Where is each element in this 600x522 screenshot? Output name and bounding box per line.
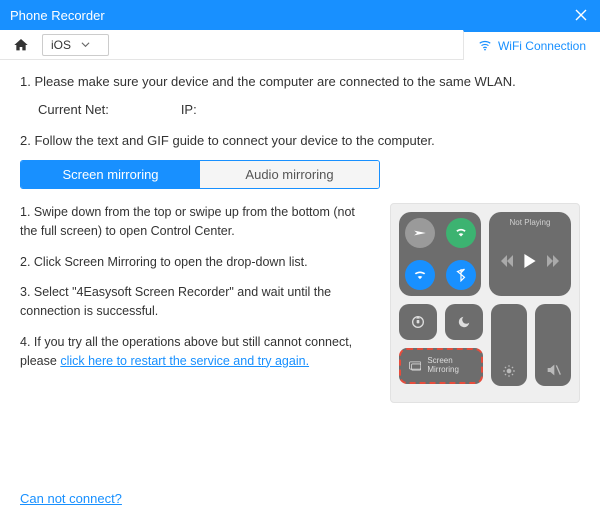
step-2: 2. Click Screen Mirroring to open the dr…	[20, 253, 372, 272]
restart-service-link[interactable]: click here to restart the service and tr…	[60, 354, 309, 368]
network-info: Current Net: IP:	[38, 102, 580, 117]
os-select-value: iOS	[51, 38, 71, 52]
tab-audio-mirroring[interactable]: Audio mirroring	[200, 161, 379, 188]
wifi-icon	[478, 38, 492, 55]
step-4: 4. If you try all the operations above b…	[20, 333, 372, 371]
chevron-down-icon	[81, 38, 90, 52]
not-playing-label: Not Playing	[489, 212, 571, 229]
ip-value	[205, 102, 265, 117]
current-net-label: Current Net:	[38, 102, 109, 117]
home-button[interactable]	[10, 34, 32, 56]
ip-label: IP:	[181, 102, 197, 117]
cellular-icon	[446, 218, 476, 248]
wifi-toggle-icon	[405, 260, 435, 290]
titlebar: Phone Recorder	[0, 0, 600, 30]
window-title: Phone Recorder	[10, 8, 105, 23]
os-select[interactable]: iOS	[42, 34, 109, 56]
wifi-connection-tab[interactable]: WiFi Connection	[463, 30, 600, 60]
brightness-slider	[491, 304, 527, 386]
instruction-1: 1. Please make sure your device and the …	[20, 72, 580, 92]
do-not-disturb-icon	[445, 304, 483, 340]
close-button[interactable]	[572, 6, 590, 24]
steps-list: 1. Swipe down from the top or swipe up f…	[20, 203, 372, 382]
wifi-tab-label: WiFi Connection	[498, 39, 586, 53]
step-1: 1. Swipe down from the top or swipe up f…	[20, 203, 372, 241]
control-center-preview: Not Playing Screen Mirr	[390, 203, 580, 403]
airplane-icon	[405, 218, 435, 248]
connectivity-tile	[399, 212, 481, 296]
play-icon	[523, 254, 537, 271]
content-area: 1. Please make sure your device and the …	[0, 60, 600, 522]
bluetooth-icon	[446, 260, 476, 290]
volume-slider	[535, 304, 571, 386]
current-net-value	[117, 102, 177, 117]
instruction-2: 2. Follow the text and GIF guide to conn…	[20, 131, 580, 151]
toolbar: iOS WiFi Connection	[0, 30, 600, 60]
media-tile: Not Playing	[489, 212, 571, 296]
orientation-lock-icon	[399, 304, 437, 340]
tab-screen-mirroring[interactable]: Screen mirroring	[21, 161, 200, 188]
step-3: 3. Select "4Easysoft Screen Recorder" an…	[20, 283, 372, 321]
next-track-icon	[547, 255, 559, 270]
screen-mirroring-label: Screen Mirroring	[427, 357, 473, 375]
cannot-connect-link[interactable]: Can not connect?	[20, 491, 122, 506]
prev-track-icon	[501, 255, 513, 270]
screen-mirroring-button: Screen Mirroring	[399, 348, 483, 384]
mirroring-tabs: Screen mirroring Audio mirroring	[20, 160, 380, 189]
